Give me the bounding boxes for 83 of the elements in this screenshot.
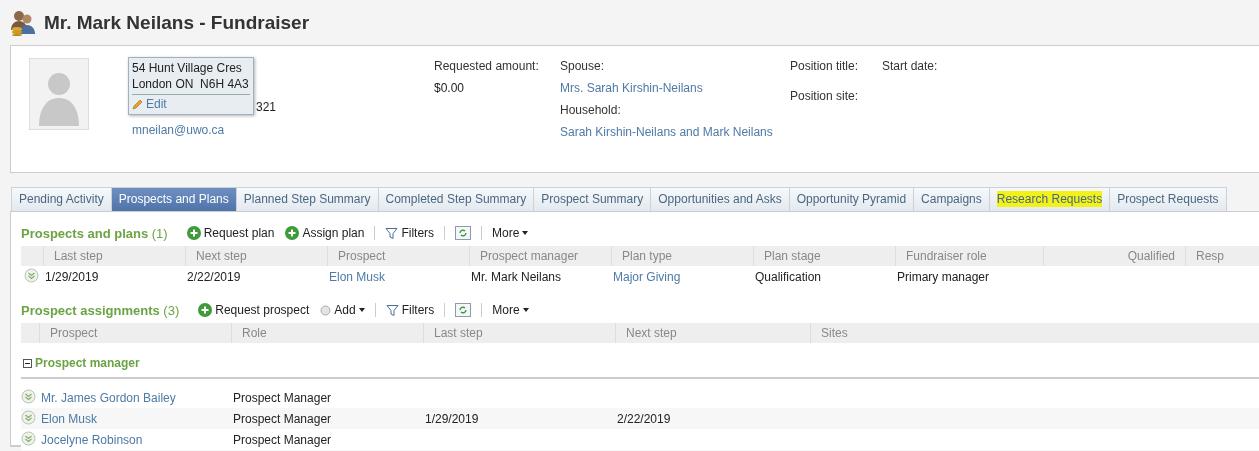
table-cell-text: Mr. Mark Neilans	[470, 269, 563, 284]
tab[interactable]: Opportunity Pyramid	[788, 187, 915, 211]
table-cell-text: Qualification	[754, 269, 823, 284]
table-cell-text: Prospect Manager	[232, 390, 333, 405]
filter-icon	[385, 303, 399, 317]
expand-icon[interactable]	[21, 430, 36, 446]
column-header: Next step	[626, 326, 677, 340]
column-header: Qualified	[1127, 249, 1175, 263]
expand-icon[interactable]	[21, 388, 36, 404]
section-title: Prospects and plans (1)	[21, 225, 168, 241]
table-cell-text: Prospect Manager	[232, 411, 333, 426]
refresh-icon	[455, 303, 472, 317]
tab[interactable]: Research Requests	[988, 187, 1111, 211]
avatar-placeholder	[29, 58, 89, 130]
table-cell-text: Primary manager	[896, 269, 991, 284]
pencil-icon	[132, 98, 144, 110]
address-line: 54 Hunt Village Cres	[132, 60, 243, 76]
field-label: Spouse:	[560, 58, 606, 74]
plus-icon	[285, 226, 300, 240]
tab[interactable]: Completed Step Summary	[377, 187, 535, 211]
more-menu-button[interactable]: More	[489, 303, 532, 317]
tab[interactable]: Prospect Requests	[1109, 187, 1227, 211]
table-cell-text: Prospect Manager	[232, 432, 333, 447]
tab[interactable]: Prospects and Plans	[110, 187, 237, 211]
column-header: Prospect	[338, 249, 386, 263]
table-cell-text: 1/29/2019	[424, 411, 480, 426]
refresh-icon	[455, 226, 472, 240]
tab[interactable]: Planned Step Summary	[235, 187, 379, 211]
column-header: Next step	[196, 249, 247, 263]
column-header: Sites	[821, 326, 848, 340]
table-cell-text: 1/29/2019	[44, 269, 100, 284]
address-line: London ON N6H 4A3	[132, 76, 250, 92]
field-label: Start date:	[882, 58, 939, 74]
column-header: Last step	[54, 249, 103, 263]
table-link[interactable]: Jocelyne Robinson	[39, 432, 145, 447]
email-link[interactable]: mneilan@uwo.ca	[132, 123, 225, 137]
collapse-icon[interactable]	[23, 358, 32, 368]
table-link[interactable]: Elon Musk	[327, 269, 388, 284]
tab[interactable]: Pending Activity	[11, 187, 112, 211]
field-label: Requested amount:	[434, 58, 540, 74]
table-link[interactable]: Mr. James Gordon Bailey	[39, 390, 178, 405]
expand-icon[interactable]	[21, 409, 36, 425]
table-link[interactable]: Elon Musk	[39, 411, 100, 426]
circle-icon	[320, 304, 332, 316]
field-label: Position site:	[790, 88, 860, 104]
table-cell-text: 2/22/2019	[616, 411, 672, 426]
edit-link[interactable]: Edit	[132, 94, 250, 112]
field-value: $0.00	[434, 80, 466, 96]
tab[interactable]: Opportunities and Asks	[650, 187, 790, 211]
phone-number: 321	[256, 100, 277, 114]
column-header: Plan type	[622, 249, 673, 263]
action-button[interactable]: Request plan	[183, 226, 278, 240]
action-button[interactable]: Assign plan	[282, 226, 368, 240]
field-label: Household:	[560, 102, 622, 118]
table-cell-text: 2/22/2019	[186, 269, 242, 284]
caret-icon	[358, 308, 365, 312]
filter-icon	[385, 226, 399, 240]
field-label: Position title:	[790, 58, 860, 74]
plus-icon	[186, 226, 201, 240]
group-label: Prospect manager	[35, 356, 140, 370]
action-button[interactable]: Request prospect	[195, 303, 313, 317]
filters-button[interactable]: Filters	[382, 226, 438, 240]
table-link[interactable]: Major Giving	[611, 269, 683, 284]
column-header: Prospect	[50, 326, 98, 340]
more-menu-button[interactable]: More	[489, 226, 532, 240]
filters-button[interactable]: Filters	[382, 303, 438, 317]
section-title: Prospect assignments (3)	[21, 302, 180, 318]
column-header: Last step	[434, 326, 483, 340]
column-header: Prospect manager	[480, 249, 579, 263]
tab[interactable]: Campaigns	[913, 187, 990, 211]
page-title: Mr. Mark Neilans - Fundraiser	[44, 11, 310, 34]
tab[interactable]: Prospect Summary	[533, 187, 652, 211]
column-header: Role	[242, 326, 267, 340]
people-with-coins-icon	[10, 9, 36, 36]
caret-icon	[522, 308, 529, 312]
column-header: Fundraiser role	[906, 249, 987, 263]
dropdown-button[interactable]: Add	[317, 303, 368, 317]
column-header: Resp	[1196, 249, 1224, 263]
column-header: Plan stage	[764, 249, 821, 263]
field-link[interactable]: Mrs. Sarah Kirshin-Neilans	[560, 80, 770, 96]
caret-icon	[522, 231, 529, 235]
expand-icon[interactable]	[24, 267, 39, 283]
plus-icon	[198, 303, 213, 317]
